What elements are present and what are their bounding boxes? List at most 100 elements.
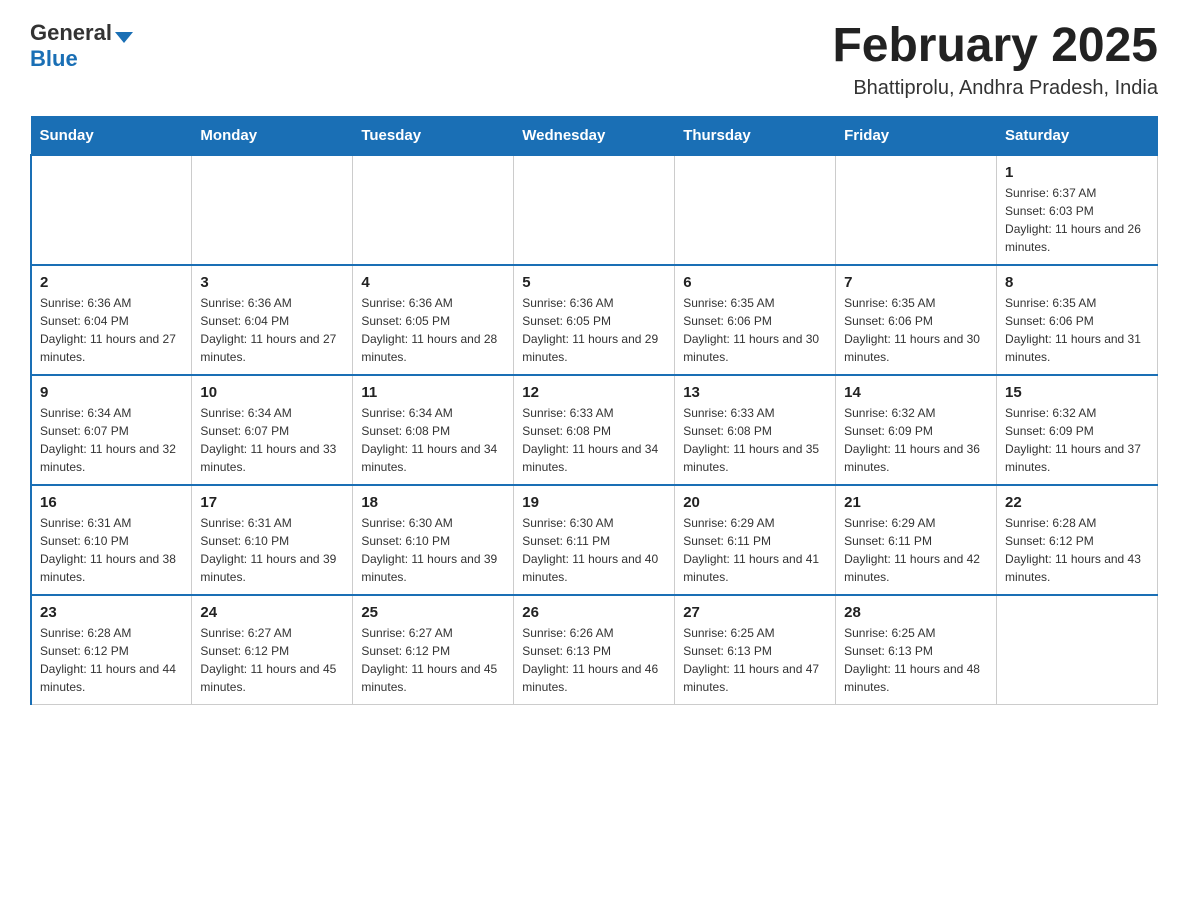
- calendar-cell: 16 Sunrise: 6:31 AM Sunset: 6:10 PM Dayli…: [31, 485, 192, 595]
- calendar-cell: 23 Sunrise: 6:28 AM Sunset: 6:12 PM Dayli…: [31, 595, 192, 705]
- day-number: 6: [683, 274, 827, 291]
- day-info: Sunrise: 6:30 AM Sunset: 6:10 PM Dayligh…: [361, 514, 505, 586]
- column-header-thursday: Thursday: [675, 116, 836, 155]
- day-info: Sunrise: 6:35 AM Sunset: 6:06 PM Dayligh…: [1005, 294, 1149, 366]
- calendar-cell: 7 Sunrise: 6:35 AM Sunset: 6:06 PM Daylig…: [836, 265, 997, 375]
- calendar-cell: [514, 155, 675, 265]
- calendar-cell: 8 Sunrise: 6:35 AM Sunset: 6:06 PM Daylig…: [997, 265, 1158, 375]
- calendar-cell: 13 Sunrise: 6:33 AM Sunset: 6:08 PM Dayli…: [675, 375, 836, 485]
- calendar-header-row: SundayMondayTuesdayWednesdayThursdayFrid…: [31, 116, 1158, 155]
- day-info: Sunrise: 6:28 AM Sunset: 6:12 PM Dayligh…: [40, 624, 183, 696]
- calendar-cell: [353, 155, 514, 265]
- day-info: Sunrise: 6:33 AM Sunset: 6:08 PM Dayligh…: [683, 404, 827, 476]
- day-number: 24: [200, 604, 344, 621]
- day-number: 18: [361, 494, 505, 511]
- calendar-cell: 17 Sunrise: 6:31 AM Sunset: 6:10 PM Dayli…: [192, 485, 353, 595]
- calendar-cell: [836, 155, 997, 265]
- calendar-cell: 20 Sunrise: 6:29 AM Sunset: 6:11 PM Dayli…: [675, 485, 836, 595]
- day-number: 5: [522, 274, 666, 291]
- day-info: Sunrise: 6:29 AM Sunset: 6:11 PM Dayligh…: [844, 514, 988, 586]
- day-number: 23: [40, 604, 183, 621]
- day-info: Sunrise: 6:34 AM Sunset: 6:07 PM Dayligh…: [200, 404, 344, 476]
- day-number: 7: [844, 274, 988, 291]
- day-info: Sunrise: 6:34 AM Sunset: 6:07 PM Dayligh…: [40, 404, 183, 476]
- day-number: 15: [1005, 384, 1149, 401]
- day-number: 20: [683, 494, 827, 511]
- calendar-cell: 26 Sunrise: 6:26 AM Sunset: 6:13 PM Dayli…: [514, 595, 675, 705]
- day-number: 2: [40, 274, 183, 291]
- calendar-week-row: 23 Sunrise: 6:28 AM Sunset: 6:12 PM Dayli…: [31, 595, 1158, 705]
- day-number: 9: [40, 384, 183, 401]
- day-info: Sunrise: 6:29 AM Sunset: 6:11 PM Dayligh…: [683, 514, 827, 586]
- calendar-cell: 19Sunrise: 6:30 AM Sunset: 6:11 PM Dayli…: [514, 485, 675, 595]
- calendar-cell: 18 Sunrise: 6:30 AM Sunset: 6:10 PM Dayli…: [353, 485, 514, 595]
- day-info: Sunrise: 6:36 AM Sunset: 6:04 PM Dayligh…: [200, 294, 344, 366]
- logo-blue-text: Blue: [30, 46, 78, 71]
- day-number: 3: [200, 274, 344, 291]
- logo-general-text: General: [30, 20, 112, 46]
- day-number: 21: [844, 494, 988, 511]
- calendar-cell: 3 Sunrise: 6:36 AM Sunset: 6:04 PM Daylig…: [192, 265, 353, 375]
- column-header-friday: Friday: [836, 116, 997, 155]
- day-info: Sunrise: 6:35 AM Sunset: 6:06 PM Dayligh…: [683, 294, 827, 366]
- day-info: Sunrise: 6:37 AM Sunset: 6:03 PM Dayligh…: [1005, 184, 1149, 256]
- day-info: Sunrise: 6:25 AM Sunset: 6:13 PM Dayligh…: [844, 624, 988, 696]
- calendar-cell: 1 Sunrise: 6:37 AM Sunset: 6:03 PM Daylig…: [997, 155, 1158, 265]
- calendar-cell: 4Sunrise: 6:36 AM Sunset: 6:05 PM Daylig…: [353, 265, 514, 375]
- calendar-week-row: 16 Sunrise: 6:31 AM Sunset: 6:10 PM Dayli…: [31, 485, 1158, 595]
- column-header-wednesday: Wednesday: [514, 116, 675, 155]
- day-info: Sunrise: 6:32 AM Sunset: 6:09 PM Dayligh…: [1005, 404, 1149, 476]
- day-number: 19: [522, 494, 666, 511]
- day-number: 17: [200, 494, 344, 511]
- calendar-cell: [675, 155, 836, 265]
- calendar-cell: [192, 155, 353, 265]
- day-number: 14: [844, 384, 988, 401]
- day-number: 22: [1005, 494, 1149, 511]
- calendar-cell: 9 Sunrise: 6:34 AM Sunset: 6:07 PM Daylig…: [31, 375, 192, 485]
- day-number: 10: [200, 384, 344, 401]
- calendar-cell: [997, 595, 1158, 705]
- calendar-cell: 6 Sunrise: 6:35 AM Sunset: 6:06 PM Daylig…: [675, 265, 836, 375]
- calendar-cell: [31, 155, 192, 265]
- day-info: Sunrise: 6:36 AM Sunset: 6:05 PM Dayligh…: [522, 294, 666, 366]
- day-info: Sunrise: 6:31 AM Sunset: 6:10 PM Dayligh…: [40, 514, 183, 586]
- calendar-cell: 2 Sunrise: 6:36 AM Sunset: 6:04 PM Daylig…: [31, 265, 192, 375]
- calendar-body: 1 Sunrise: 6:37 AM Sunset: 6:03 PM Daylig…: [31, 155, 1158, 705]
- calendar-cell: 22 Sunrise: 6:28 AM Sunset: 6:12 PM Dayli…: [997, 485, 1158, 595]
- day-info: Sunrise: 6:34 AM Sunset: 6:08 PM Dayligh…: [361, 404, 505, 476]
- calendar-cell: 5 Sunrise: 6:36 AM Sunset: 6:05 PM Daylig…: [514, 265, 675, 375]
- day-number: 26: [522, 604, 666, 621]
- day-number: 13: [683, 384, 827, 401]
- calendar-cell: 10 Sunrise: 6:34 AM Sunset: 6:07 PM Dayli…: [192, 375, 353, 485]
- day-number: 27: [683, 604, 827, 621]
- day-number: 25: [361, 604, 505, 621]
- location-subtitle: Bhattiprolu, Andhra Pradesh, India: [832, 77, 1158, 100]
- day-info: Sunrise: 6:35 AM Sunset: 6:06 PM Dayligh…: [844, 294, 988, 366]
- day-number: 1: [1005, 164, 1149, 181]
- day-number: 16: [40, 494, 183, 511]
- day-info: Sunrise: 6:28 AM Sunset: 6:12 PM Dayligh…: [1005, 514, 1149, 586]
- day-number: 8: [1005, 274, 1149, 291]
- day-info: Sunrise: 6:36 AM Sunset: 6:04 PM Dayligh…: [40, 294, 183, 366]
- month-title: February 2025: [832, 20, 1158, 73]
- column-header-saturday: Saturday: [997, 116, 1158, 155]
- day-info: Sunrise: 6:27 AM Sunset: 6:12 PM Dayligh…: [200, 624, 344, 696]
- calendar-week-row: 1 Sunrise: 6:37 AM Sunset: 6:03 PM Daylig…: [31, 155, 1158, 265]
- calendar-cell: 28Sunrise: 6:25 AM Sunset: 6:13 PM Dayli…: [836, 595, 997, 705]
- day-number: 4: [361, 274, 505, 291]
- day-info: Sunrise: 6:31 AM Sunset: 6:10 PM Dayligh…: [200, 514, 344, 586]
- calendar-week-row: 2 Sunrise: 6:36 AM Sunset: 6:04 PM Daylig…: [31, 265, 1158, 375]
- day-info: Sunrise: 6:26 AM Sunset: 6:13 PM Dayligh…: [522, 624, 666, 696]
- day-number: 12: [522, 384, 666, 401]
- calendar-table: SundayMondayTuesdayWednesdayThursdayFrid…: [30, 116, 1158, 706]
- column-header-sunday: Sunday: [31, 116, 192, 155]
- calendar-week-row: 9 Sunrise: 6:34 AM Sunset: 6:07 PM Daylig…: [31, 375, 1158, 485]
- calendar-cell: 24 Sunrise: 6:27 AM Sunset: 6:12 PM Dayli…: [192, 595, 353, 705]
- column-header-tuesday: Tuesday: [353, 116, 514, 155]
- page-header: General Blue February 2025 Bhattiprolu, …: [30, 20, 1158, 100]
- day-info: Sunrise: 6:27 AM Sunset: 6:12 PM Dayligh…: [361, 624, 505, 696]
- day-info: Sunrise: 6:33 AM Sunset: 6:08 PM Dayligh…: [522, 404, 666, 476]
- column-header-monday: Monday: [192, 116, 353, 155]
- calendar-cell: 15 Sunrise: 6:32 AM Sunset: 6:09 PM Dayli…: [997, 375, 1158, 485]
- calendar-cell: 12 Sunrise: 6:33 AM Sunset: 6:08 PM Dayli…: [514, 375, 675, 485]
